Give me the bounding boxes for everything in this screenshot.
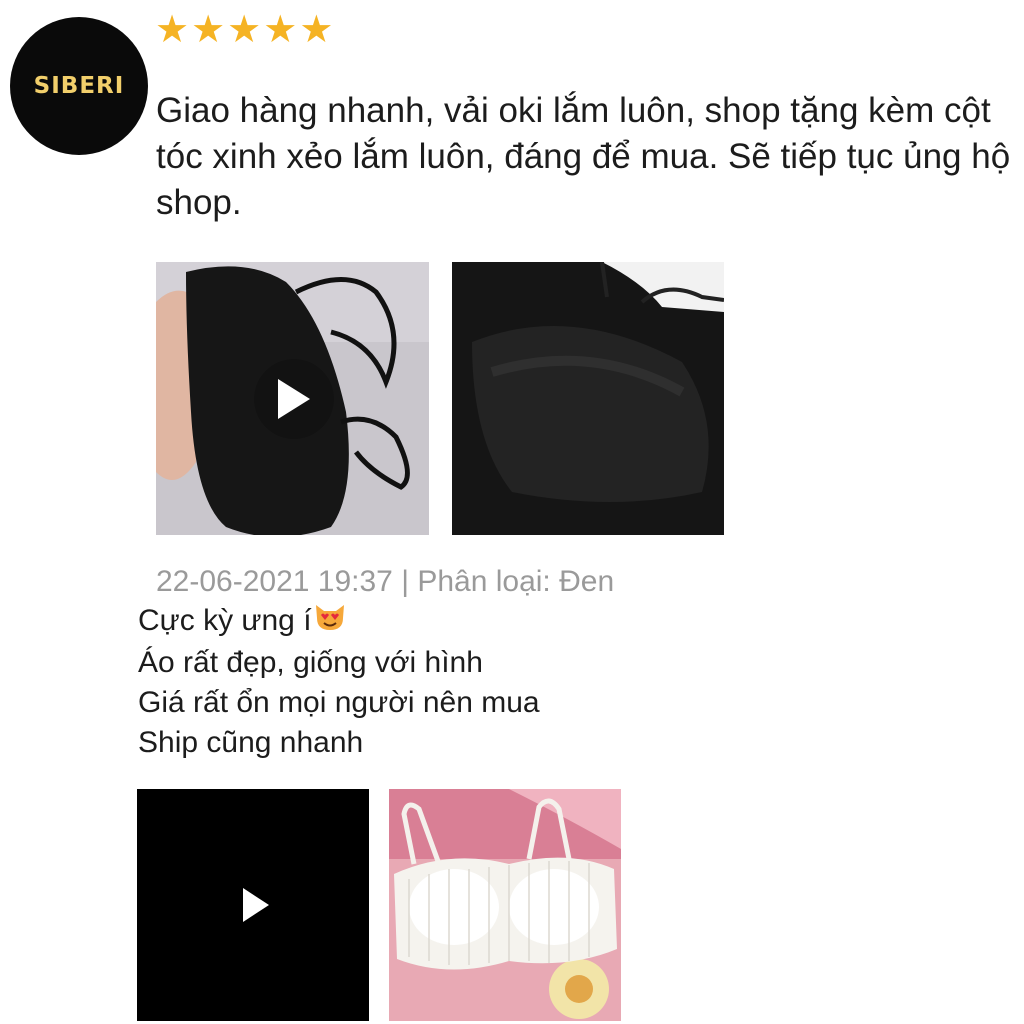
- review-line: Cực kỳ ưng í: [138, 601, 540, 643]
- review-line: Giá rất ổn mọi người nên mua: [138, 685, 540, 719]
- review-video-thumbnail[interactable]: [156, 262, 429, 535]
- star-icon: ★: [299, 9, 334, 51]
- star-icon: ★: [227, 9, 262, 51]
- play-icon[interactable]: [278, 379, 310, 419]
- review-text-second: Cực kỳ ưng í Áo rất đẹp, giống với hình …: [138, 601, 540, 763]
- star-icon: ★: [191, 9, 226, 51]
- star-icon: ★: [155, 9, 190, 51]
- review-line: Ship cũng nhanh: [138, 725, 364, 759]
- brand-logo-text: SIBERI: [33, 73, 125, 99]
- review-photo-thumbnail[interactable]: [452, 262, 724, 535]
- play-icon[interactable]: [243, 888, 269, 922]
- review-meta: 22-06-2021 19:37 | Phân loại: Đen: [156, 565, 615, 598]
- review-line-text: Cực kỳ ưng í: [138, 604, 312, 637]
- star-rating: ★ ★ ★ ★ ★: [155, 10, 333, 50]
- review-video-thumbnail-second[interactable]: [137, 789, 369, 1021]
- star-icon: ★: [263, 9, 298, 51]
- review-text: Giao hàng nhanh, vải oki lắm luôn, shop …: [156, 91, 1011, 222]
- review-line: Áo rất đẹp, giống với hình: [138, 645, 483, 679]
- heart-eyes-cat-emoji: [313, 602, 347, 643]
- review-photo-thumbnail-second[interactable]: [389, 789, 621, 1021]
- brand-logo: SIBERI: [10, 17, 148, 155]
